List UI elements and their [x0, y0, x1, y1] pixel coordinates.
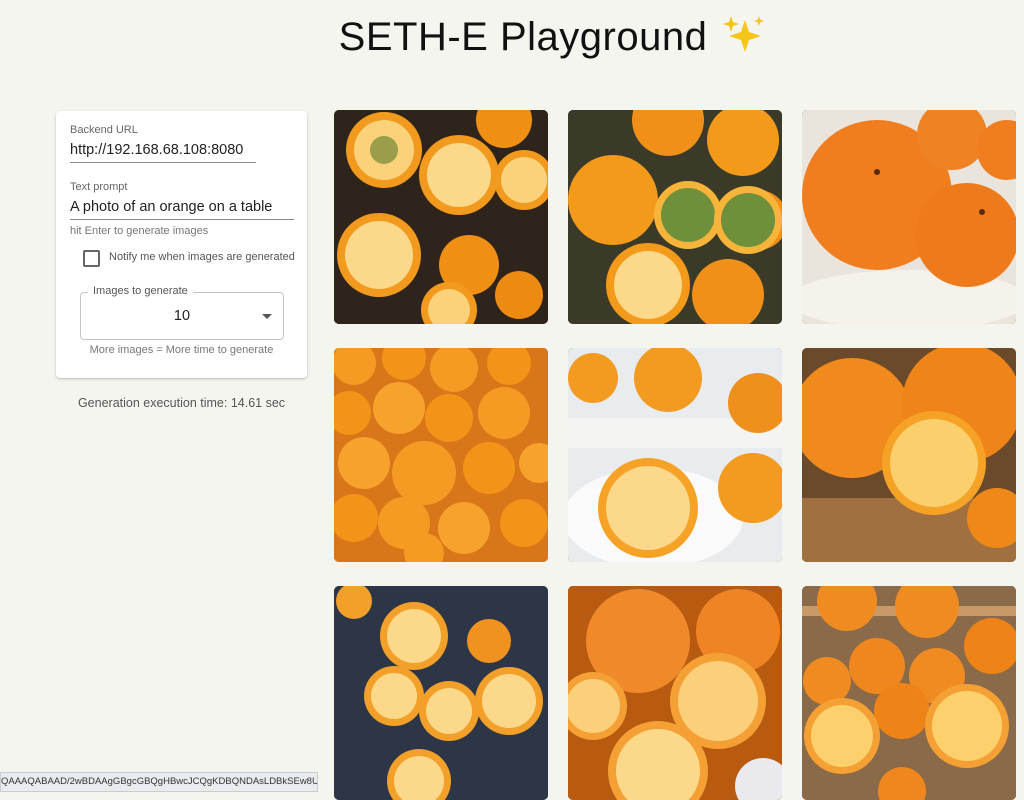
- orange-image: [334, 586, 548, 800]
- images-helper-text: More images = More time to generate: [89, 344, 274, 356]
- page-title: SETH-E Playground: [0, 14, 1024, 60]
- generated-image[interactable]: [802, 110, 1016, 324]
- generated-image[interactable]: [802, 348, 1016, 562]
- page-title-text: SETH-E Playground: [338, 15, 708, 59]
- orange-image: [568, 348, 782, 562]
- images-to-generate-value: 10: [173, 308, 191, 324]
- orange-image: [802, 348, 1016, 562]
- orange-image: [334, 110, 548, 324]
- prompt-helper-text: hit Enter to generate images: [70, 225, 209, 237]
- generated-image[interactable]: [334, 110, 548, 324]
- dropdown-caret-icon[interactable]: [262, 314, 272, 319]
- browser-status-bar: QAAAQABAAD/2wBDAAgGBgcGBQgHBwcJCQgKDBQND…: [0, 772, 318, 792]
- generated-image[interactable]: [568, 110, 782, 324]
- orange-image: [802, 110, 1016, 324]
- generated-image[interactable]: [568, 348, 782, 562]
- sparkles-icon: [723, 16, 765, 52]
- generated-image[interactable]: [334, 348, 548, 562]
- orange-image: [568, 110, 782, 324]
- notify-checkbox[interactable]: [83, 250, 100, 267]
- images-to-generate-select[interactable]: Images to generate 10: [80, 285, 284, 340]
- orange-image: [334, 348, 548, 562]
- images-to-generate-label: Images to generate: [88, 285, 193, 297]
- text-prompt-input[interactable]: [70, 199, 294, 220]
- backend-url-label: Backend URL: [70, 124, 138, 136]
- generated-image[interactable]: [568, 586, 782, 800]
- orange-image: [802, 586, 1016, 800]
- execution-time: Generation execution time: 14.61 sec: [77, 396, 286, 410]
- generated-image[interactable]: [802, 586, 1016, 800]
- generated-image[interactable]: [334, 586, 548, 800]
- text-prompt-label: Text prompt: [70, 181, 128, 193]
- notify-checkbox-label[interactable]: Notify me when images are generated: [109, 251, 295, 263]
- orange-image: [568, 586, 782, 800]
- backend-url-input[interactable]: [70, 142, 256, 163]
- settings-card: Backend URL Text prompt hit Enter to gen…: [56, 111, 307, 378]
